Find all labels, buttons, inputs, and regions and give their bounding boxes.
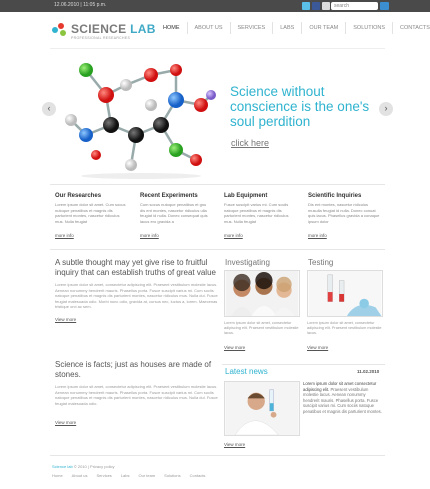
column-text: Lorem ipsum dolor sit amet. Cum socus nu…	[55, 202, 126, 224]
news-text: Lorem ipsum dolor sit amet consectetur a…	[303, 381, 383, 414]
molecule-image	[65, 63, 216, 179]
column-title: Recent Experiments	[140, 193, 198, 199]
top-bar: 12.06.2010 | 11:05 p.m. search	[0, 0, 430, 12]
column-more-link[interactable]: more info	[55, 233, 74, 238]
investigating-caption: Lorem ipsum dolor sit amet, consectetur …	[224, 321, 299, 335]
column-text: Dis ent montes, nascetur ridiculus musul…	[308, 202, 380, 224]
footer-link-about-us[interactable]: About us	[72, 473, 88, 478]
testing-photo[interactable]	[307, 270, 383, 317]
main-nav: HOME ABOUT US SERVICES LABS OUR TEAM SOL…	[156, 22, 430, 34]
footer-nav: Home About us Services Labs Our team Sol…	[52, 473, 205, 478]
news-view-more-link[interactable]: View more	[224, 442, 245, 447]
news-date: 11.02.2010	[357, 369, 380, 374]
column-title: Scientific Inquiries	[308, 193, 362, 199]
news-photo[interactable]	[224, 381, 300, 436]
investigating-title: Investigating	[225, 258, 270, 267]
logo-molecule-icon	[52, 23, 68, 37]
column-our-researches: Our Researches Lorem ipsum dolor sit ame…	[55, 193, 127, 238]
investigating-photo[interactable]	[224, 270, 300, 317]
twitter-icon[interactable]	[302, 2, 310, 10]
column-lab-equipment: Lab Equipment Fusce suscipit varius mi. …	[224, 193, 296, 238]
column-scientific-inquiries: Scientific Inquiries Dis ent montes, nas…	[308, 193, 380, 238]
logo[interactable]: SCIENCE LAB PROFESSIONAL RESEARCHES	[52, 22, 156, 40]
article-title: Science is facts; just as houses are mad…	[55, 360, 212, 379]
nav-contacts[interactable]: CONTACTS	[392, 22, 430, 34]
column-title: Lab Equipment	[224, 193, 268, 199]
nav-solutions[interactable]: SOLUTIONS	[345, 22, 392, 34]
article-view-more-link[interactable]: View more	[55, 317, 220, 322]
search-button[interactable]	[380, 2, 389, 10]
column-title: Our Researches	[55, 193, 102, 199]
hero-click-here-link[interactable]: click here	[231, 138, 269, 148]
slider-prev-button[interactable]: ‹	[42, 102, 56, 116]
nav-labs[interactable]: LABS	[272, 22, 301, 34]
footer-link-contacts[interactable]: Contacts	[190, 473, 206, 478]
footer-copyright: Science lab © 2010 | Privacy policy	[52, 464, 115, 469]
hero-bottom-divider	[50, 184, 385, 185]
slider-next-button[interactable]: ›	[379, 102, 393, 116]
article-text: Lorem ipsum dolor sit amet, consectetur …	[55, 282, 218, 309]
flickr-icon[interactable]	[322, 2, 330, 10]
latest-news-title: Latest news	[225, 367, 268, 376]
column-recent-experiments: Recent Experiments Cum socus nutoque pen…	[140, 193, 212, 238]
column-text: Cum socus nutoque penatibus et gnu dis e…	[140, 202, 208, 224]
footer-divider	[50, 455, 385, 456]
article-text: Lorem ipsum dolor sit amet, consectetur …	[55, 384, 218, 406]
hero-top-divider	[50, 48, 385, 49]
section-divider	[50, 249, 385, 250]
nav-home[interactable]: HOME	[156, 22, 187, 34]
footer-link-our-team[interactable]: Our team	[139, 473, 156, 478]
article-view-more-link[interactable]: View more	[55, 420, 220, 425]
column-more-link[interactable]: more info	[140, 233, 159, 238]
testing-view-more-link[interactable]: View more	[307, 345, 328, 350]
news-divider	[222, 364, 385, 365]
footer-link-solutions[interactable]: Solutions	[164, 473, 180, 478]
footer-link-home[interactable]: Home	[52, 473, 63, 478]
column-more-link[interactable]: more info	[308, 233, 327, 238]
nav-services[interactable]: SERVICES	[229, 22, 273, 34]
footer-copy-year: © 2010	[73, 464, 87, 469]
footer-link-services[interactable]: Services	[96, 473, 111, 478]
footer-brand: Science lab	[52, 464, 73, 469]
hero-headline: Science without conscience is the one's …	[230, 84, 370, 129]
footer-link-labs[interactable]: Labs	[121, 473, 130, 478]
column-more-link[interactable]: more info	[224, 233, 243, 238]
testing-caption: Lorem ipsum dolor sit amet, consectetur …	[307, 321, 382, 335]
logo-text: SCIENCE LAB	[71, 22, 156, 36]
social-icons	[302, 2, 330, 10]
footer-privacy-link[interactable]: Privacy policy	[90, 464, 114, 469]
testing-title: Testing	[308, 258, 334, 267]
article-science-facts: Science is facts; just as houses are mad…	[55, 360, 220, 425]
column-text: Fusce suscipit varius mi. Cum sociis nat…	[224, 202, 289, 224]
nav-our-team[interactable]: OUR TEAM	[301, 22, 345, 34]
article-subtle-thought: A subtle thought may yet give rise to fr…	[55, 258, 220, 322]
investigating-view-more-link[interactable]: View more	[224, 345, 245, 350]
article-title: A subtle thought may yet give rise to fr…	[55, 258, 216, 277]
facebook-icon[interactable]	[312, 2, 320, 10]
nav-about-us[interactable]: ABOUT US	[186, 22, 230, 34]
search-input[interactable]: search	[331, 2, 378, 10]
date-time: 12.06.2010 | 11:05 p.m.	[54, 2, 107, 8]
logo-tagline: PROFESSIONAL RESEARCHES	[71, 36, 131, 40]
